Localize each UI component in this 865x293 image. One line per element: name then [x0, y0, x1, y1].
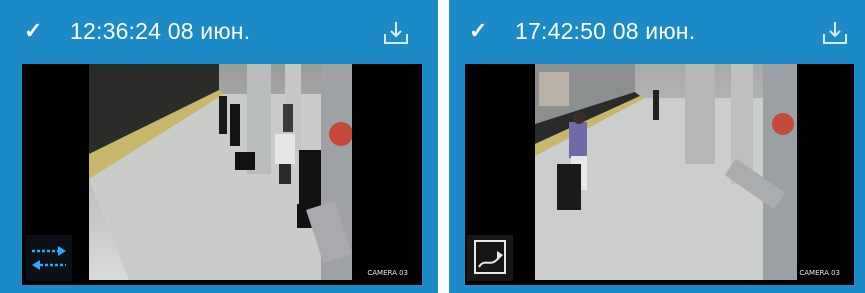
card-header: ✓ 17:42:50 08 июн.	[449, 0, 865, 62]
video-snapshot	[535, 64, 797, 280]
check-icon[interactable]: ✓	[469, 20, 487, 42]
swap-arrows-icon	[32, 246, 66, 270]
video-stamp: CAMERA 03	[367, 269, 408, 277]
video-frame[interactable]: CAMERA 03	[465, 64, 854, 285]
video-snapshot	[89, 64, 352, 280]
overlay-badge[interactable]	[26, 235, 72, 281]
check-icon[interactable]: ✓	[24, 20, 42, 42]
video-event-card[interactable]: ✓ 12:36:24 08 июн. CAMERA 03	[0, 0, 438, 293]
download-icon[interactable]	[821, 20, 849, 46]
video-stamp: CAMERA 03	[799, 269, 840, 277]
video-event-card[interactable]: ✓ 17:42:50 08 июн. CAMERA 03	[449, 0, 865, 293]
video-frame[interactable]: CAMERA 03	[22, 64, 422, 285]
path-route-icon	[474, 240, 506, 274]
download-icon[interactable]	[382, 20, 410, 46]
event-timestamp: 17:42:50 08 июн.	[515, 18, 696, 44]
overlay-badge[interactable]	[467, 235, 513, 281]
event-timestamp: 12:36:24 08 июн.	[70, 18, 251, 44]
card-header: ✓ 12:36:24 08 июн.	[0, 0, 438, 62]
